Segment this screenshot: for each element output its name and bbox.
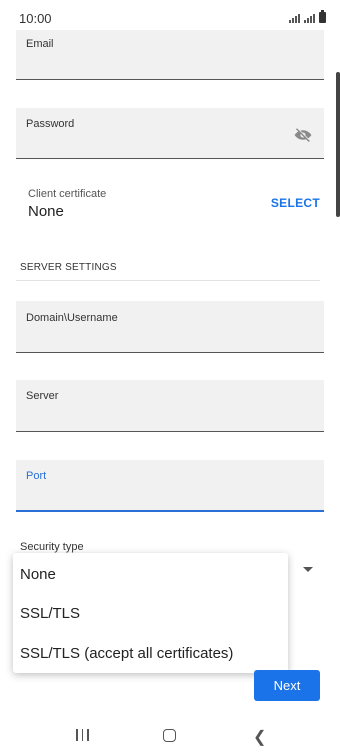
status-icons bbox=[289, 10, 326, 23]
server-settings-header: SERVER SETTINGS bbox=[20, 262, 117, 273]
signal-icon-2 bbox=[304, 13, 315, 23]
recent-apps-icon[interactable] bbox=[76, 729, 89, 741]
home-icon[interactable] bbox=[163, 729, 176, 742]
client-certificate-value: None bbox=[28, 203, 64, 220]
password-field[interactable]: Password bbox=[16, 108, 324, 159]
password-label: Password bbox=[26, 118, 75, 130]
security-type-menu: None SSL/TLS SSL/TLS (accept all certifi… bbox=[13, 553, 288, 673]
server-label: Server bbox=[26, 390, 59, 402]
section-divider bbox=[16, 280, 320, 281]
menu-item-ssl-tls[interactable]: SSL/TLS bbox=[20, 605, 80, 622]
port-field[interactable]: Port bbox=[16, 460, 324, 512]
menu-item-none[interactable]: None bbox=[20, 566, 56, 583]
signal-icon bbox=[289, 13, 300, 23]
menu-item-ssl-tls-accept-all[interactable]: SSL/TLS (accept all certificates) bbox=[20, 645, 233, 662]
status-bar: 10:00 bbox=[0, 0, 340, 30]
server-field[interactable]: Server bbox=[16, 380, 324, 432]
email-field[interactable]: Email bbox=[16, 30, 324, 80]
port-label: Port bbox=[26, 470, 47, 482]
status-time: 10:00 bbox=[19, 11, 52, 26]
back-icon[interactable]: ❮ bbox=[253, 727, 266, 747]
eye-off-icon[interactable] bbox=[293, 127, 313, 143]
security-type-label: Security type bbox=[20, 541, 84, 553]
next-button[interactable]: Next bbox=[254, 670, 320, 701]
battery-icon bbox=[319, 10, 326, 23]
select-certificate-button[interactable]: SELECT bbox=[271, 196, 320, 210]
navigation-bar: ❮ bbox=[0, 718, 340, 755]
domain-username-field[interactable]: Domain\Username bbox=[16, 301, 324, 353]
email-label: Email bbox=[26, 38, 54, 50]
dropdown-arrow-icon[interactable] bbox=[303, 567, 313, 572]
scrollbar-thumb[interactable] bbox=[336, 72, 340, 217]
client-certificate-label: Client certificate bbox=[28, 188, 107, 200]
domain-username-label: Domain\Username bbox=[26, 312, 118, 324]
